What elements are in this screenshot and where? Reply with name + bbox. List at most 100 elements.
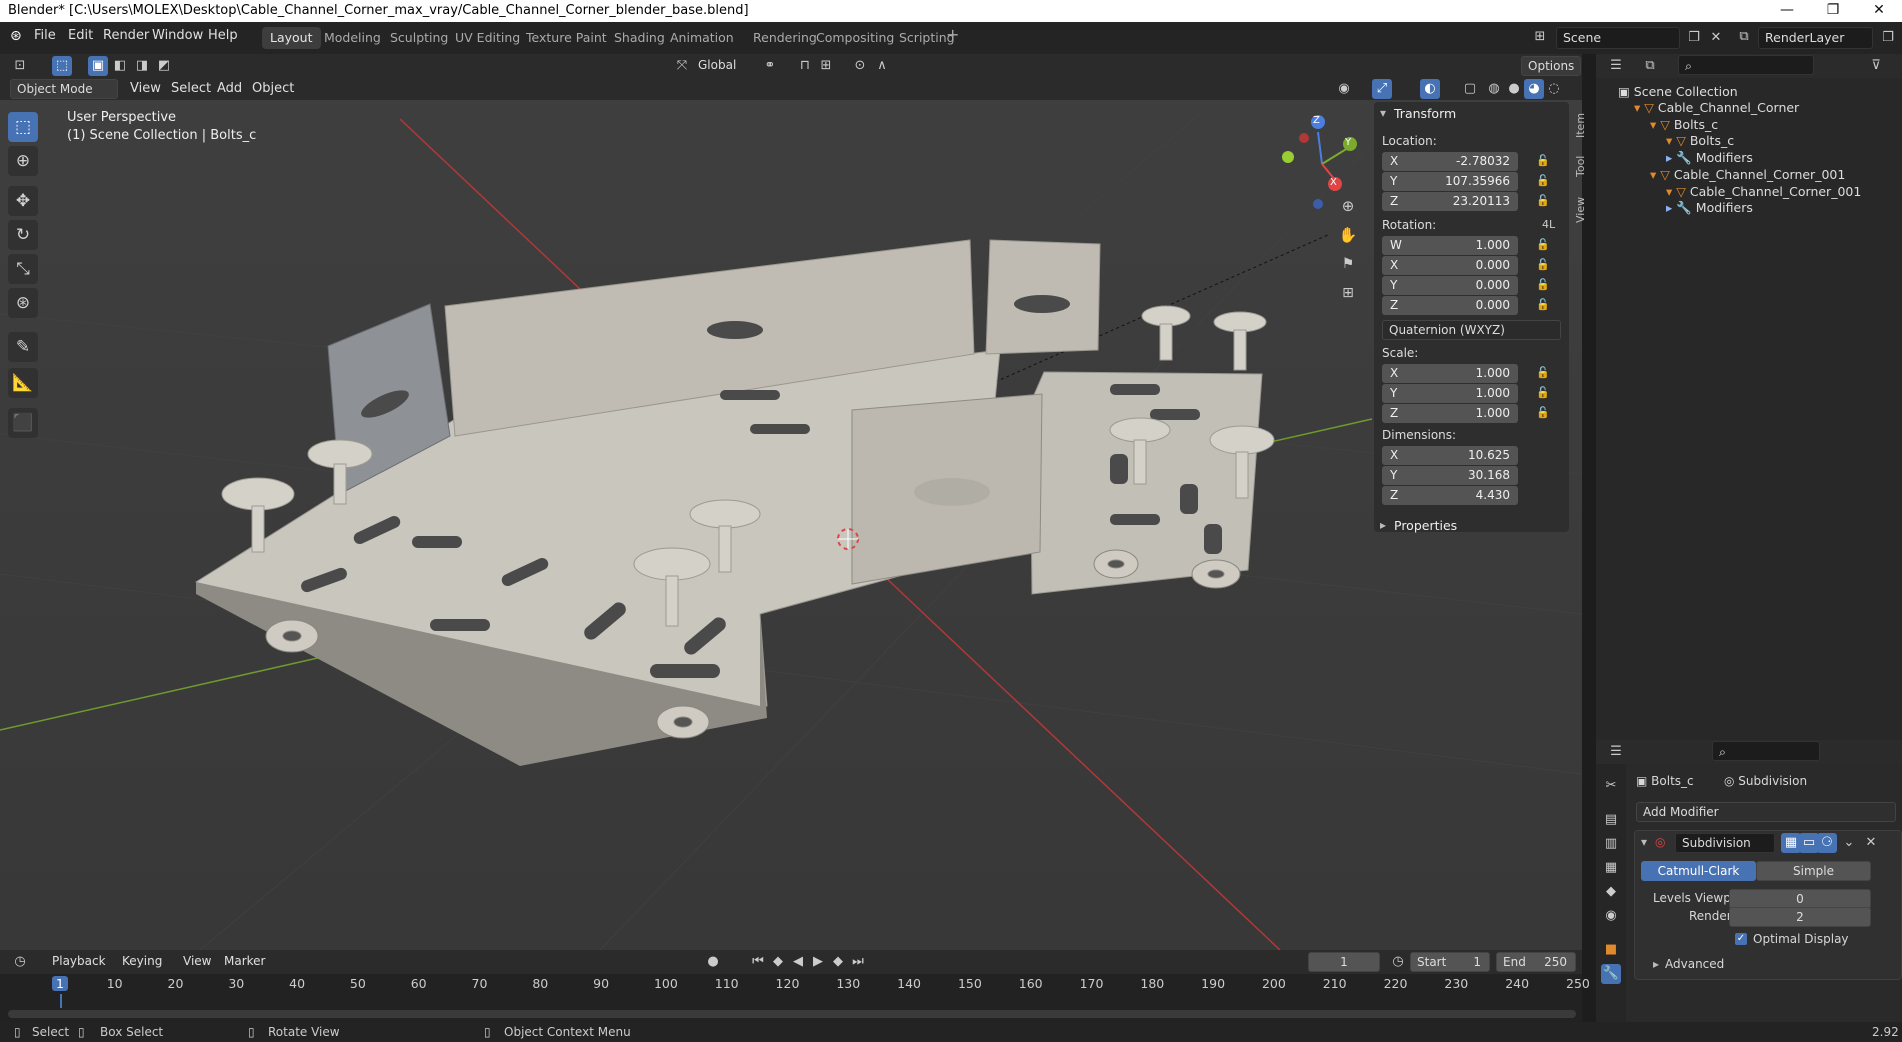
3d-viewport[interactable]: Z Y X User Perspective (1) Scene Collect… — [0, 54, 1582, 950]
select-subtract-icon[interactable]: ◨ — [132, 56, 152, 76]
render-layer-new-icon[interactable]: ❐ — [1878, 28, 1898, 48]
view-layer-tab-icon[interactable]: ▦ — [1601, 858, 1621, 878]
select-tool-icon[interactable]: ⬚ — [52, 56, 72, 76]
render-layer-icon[interactable]: ⧉ — [1734, 27, 1754, 47]
tab-sculpting[interactable]: Sculpting — [382, 27, 456, 49]
camera-view-icon[interactable]: ⚑ — [1338, 255, 1358, 275]
blender-logo-icon[interactable]: ⊛ — [10, 28, 22, 44]
lock-icon[interactable]: 🔓 — [1536, 194, 1550, 207]
add-modifier-button[interactable]: Add Modifier — [1636, 802, 1896, 822]
tab-texture-paint[interactable]: Texture Paint — [518, 27, 615, 49]
viewport-menu-add[interactable]: Add — [217, 81, 242, 96]
object-tab-icon[interactable]: ■ — [1601, 940, 1621, 960]
rotation-y-field[interactable]: Y 0.000 — [1382, 276, 1518, 295]
annotate-tool-icon[interactable]: ✎ — [8, 332, 38, 362]
select-new-icon[interactable]: ▣ — [88, 56, 108, 76]
viewport-menu-select[interactable]: Select — [171, 81, 211, 96]
rotation-x-field[interactable]: X 0.000 — [1382, 256, 1518, 275]
timeline-scrollbar[interactable] — [8, 1010, 1576, 1018]
location-y-field[interactable]: Y 107.35966 — [1382, 172, 1518, 191]
properties-header[interactable]: Properties — [1394, 518, 1457, 533]
render-toggle-icon[interactable]: ⚆ — [1817, 833, 1837, 853]
select-box-tool-icon[interactable]: ⬚ — [8, 112, 38, 142]
display-mode-icon[interactable]: ⧉ — [1640, 56, 1660, 76]
menu-help[interactable]: Help — [208, 28, 238, 43]
outliner-search-input[interactable]: ⌕ — [1678, 55, 1814, 75]
modifier-name-input[interactable]: Subdivision — [1675, 833, 1775, 853]
properties-expand-icon[interactable]: ▸ — [1380, 518, 1386, 532]
outliner-item[interactable]: ▸ 🔧 Modifiers — [1666, 200, 1753, 220]
rotation-z-field[interactable]: Z 0.000 — [1382, 296, 1518, 315]
menu-window[interactable]: Window — [152, 28, 203, 43]
scene-delete-icon[interactable]: ✕ — [1706, 28, 1726, 48]
outliner-editor-icon[interactable]: ☰ — [1606, 56, 1626, 76]
rotation-mode-dropdown[interactable]: Quaternion (WXYZ) — [1382, 320, 1561, 340]
select-extend-icon[interactable]: ◧ — [110, 56, 130, 76]
properties-editor-icon[interactable]: ☰ — [1606, 742, 1626, 762]
editor-type-icon[interactable]: ⊡ — [10, 56, 30, 76]
viewport-toggle-icon[interactable]: ▭ — [1799, 833, 1819, 853]
tab-compositing[interactable]: Compositing — [808, 27, 902, 49]
output-tab-icon[interactable]: ▥ — [1601, 834, 1621, 854]
rendered-shading-icon[interactable]: ◌ — [1544, 79, 1564, 99]
properties-search-input[interactable]: ⌕ — [1712, 741, 1820, 761]
optimal-display-checkbox[interactable]: ✓ — [1735, 933, 1747, 945]
gizmo-toggle-icon[interactable]: ⤢ — [1372, 79, 1392, 99]
cursor-tool-icon[interactable]: ⊕ — [8, 146, 38, 176]
lock-icon[interactable]: 🔓 — [1536, 366, 1550, 379]
remove-modifier-icon[interactable]: ✕ — [1861, 833, 1881, 853]
editmode-toggle-icon[interactable]: ▦ — [1781, 833, 1801, 853]
render-levels-field[interactable]: 2 — [1729, 907, 1871, 927]
rotation-w-field[interactable]: W 1.000 — [1382, 236, 1518, 255]
modifier-collapse-icon[interactable]: ▾ — [1641, 835, 1647, 849]
playhead[interactable] — [60, 994, 62, 1008]
tab-uv-editing[interactable]: UV Editing — [447, 27, 528, 49]
scale-z-field[interactable]: Z 1.000 — [1382, 404, 1518, 423]
maximize-button[interactable]: ❐ — [1810, 0, 1856, 22]
pivot-icon[interactable]: ⚭ — [760, 56, 780, 76]
ortho-grid-icon[interactable]: ⊞ — [1338, 284, 1358, 304]
lock-icon[interactable]: 🔓 — [1536, 238, 1550, 251]
advanced-section[interactable]: Advanced — [1665, 957, 1724, 971]
overlay-toggle-icon[interactable]: ◐ — [1420, 79, 1440, 99]
options-dropdown[interactable]: Options — [1521, 56, 1582, 76]
pan-hand-icon[interactable]: ✋ — [1338, 226, 1358, 246]
scale-y-field[interactable]: Y 1.000 — [1382, 384, 1518, 403]
scene-tab-icon[interactable]: ◆ — [1601, 882, 1621, 902]
lock-icon[interactable]: 🔓 — [1536, 174, 1550, 187]
falloff-icon[interactable]: ∧ — [872, 56, 892, 76]
transform-orientation-icon[interactable]: ⤧ — [672, 56, 692, 76]
scene-new-icon[interactable]: ❐ — [1684, 28, 1704, 48]
select-invert-icon[interactable]: ◩ — [154, 56, 174, 76]
zoom-icon[interactable]: ⊕ — [1338, 197, 1358, 217]
filter-icon[interactable]: ⊽ — [1866, 56, 1886, 76]
solid-shading-icon[interactable]: ● — [1504, 79, 1524, 99]
lock-icon[interactable]: 🔓 — [1536, 386, 1550, 399]
location-z-field[interactable]: Z 23.20113 — [1382, 192, 1518, 211]
tab-view[interactable]: View — [1574, 196, 1590, 224]
simple-button[interactable]: Simple — [1756, 861, 1871, 881]
location-x-field[interactable]: X -2.78032 — [1382, 152, 1518, 171]
scene-field[interactable]: Scene — [1556, 27, 1680, 49]
visibility-icon[interactable]: ◉ — [1334, 79, 1354, 99]
tab-animation[interactable]: Animation — [662, 27, 742, 49]
tab-item[interactable]: Item — [1574, 108, 1590, 142]
menu-edit[interactable]: Edit — [68, 28, 93, 43]
lock-icon[interactable]: 🔓 — [1536, 406, 1550, 419]
tool-tab-icon[interactable]: ✂ — [1601, 776, 1621, 796]
transform-header[interactable]: Transform — [1394, 106, 1456, 121]
transform-expand-icon[interactable]: ▾ — [1380, 106, 1386, 120]
render-tab-icon[interactable]: ▤ — [1601, 810, 1621, 830]
mode-dropdown[interactable]: Object Mode — [10, 79, 118, 99]
scene-icon[interactable]: ⊞ — [1530, 27, 1550, 47]
scale-tool-icon[interactable]: ⤡ — [8, 254, 38, 284]
xray-icon[interactable]: ▢ — [1460, 79, 1480, 99]
add-cube-tool-icon[interactable]: ⬛ — [8, 408, 38, 438]
tab-modeling[interactable]: Modeling — [316, 27, 389, 49]
viewport-menu-object[interactable]: Object — [252, 81, 294, 96]
tab-tool[interactable]: Tool — [1574, 152, 1590, 180]
menu-file[interactable]: File — [34, 28, 56, 43]
render-layer-field[interactable]: RenderLayer — [1758, 27, 1873, 49]
wireframe-shading-icon[interactable]: ◍ — [1484, 79, 1504, 99]
snap-icon[interactable]: ⊓ — [795, 56, 815, 76]
